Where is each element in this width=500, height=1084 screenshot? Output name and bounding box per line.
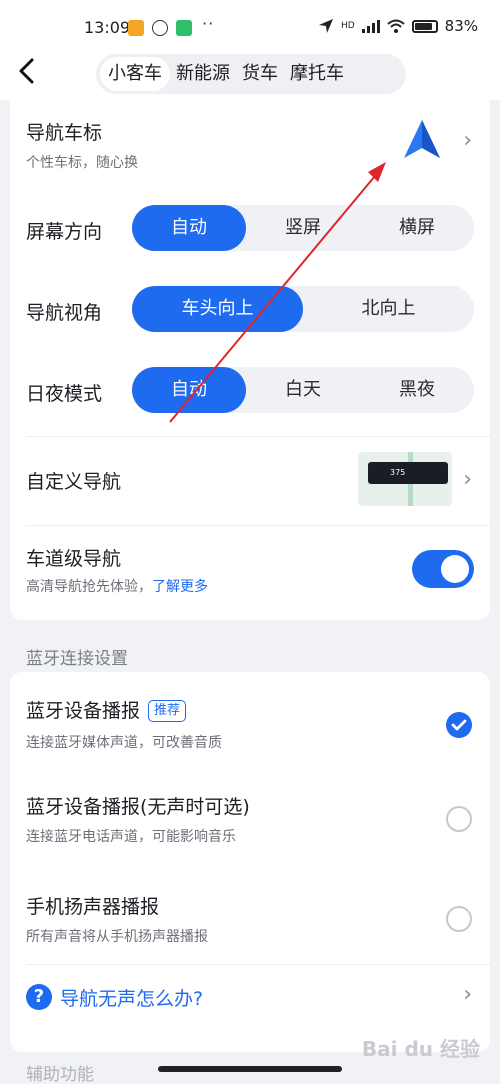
nav-marker-subtitle: 个性车标，随心换: [26, 155, 138, 171]
network-badge: HD: [340, 21, 355, 31]
vehicle-tabs: 小客车 新能源 货车 摩托车: [96, 54, 406, 94]
watermark: Bai du 经验: [361, 1037, 480, 1061]
view-heading-up-option[interactable]: 车头向上: [132, 286, 303, 332]
chevron-right-icon: ›: [463, 467, 472, 492]
status-right: HD 83%: [318, 17, 478, 35]
qq-icon: [152, 20, 168, 36]
screen-orientation-label: 屏幕方向: [26, 221, 103, 243]
bt-call-row[interactable]: 蓝牙设备播报(无声时可选) 连接蓝牙电话声道，可能影响音乐: [10, 768, 490, 868]
bt-media-row[interactable]: 蓝牙设备播报 推荐 连接蓝牙媒体声道，可改善音质: [10, 672, 490, 768]
chevron-right-icon: ›: [463, 128, 472, 153]
tab-truck[interactable]: 货车: [236, 57, 284, 91]
lane-nav-title: 车道级导航: [26, 548, 122, 570]
orientation-landscape-option[interactable]: 横屏: [360, 205, 474, 251]
orientation-auto-option[interactable]: 自动: [132, 205, 246, 251]
signal-icon: [361, 20, 380, 33]
nav-view-label: 导航视角: [26, 302, 103, 324]
speaker-checkbox[interactable]: [446, 906, 472, 932]
lane-nav-subtitle: 高清导航抢先体验，: [26, 579, 152, 595]
mode-auto-option[interactable]: 自动: [132, 367, 246, 413]
chevron-right-icon: ›: [463, 982, 472, 1007]
nav-settings-card: 导航车标 个性车标，随心换 › 屏幕方向 自动 竖屏 横屏 导航视角 车头向上 …: [10, 100, 490, 620]
bt-media-subtitle: 连接蓝牙媒体声道，可改善音质: [26, 735, 222, 751]
question-icon: ?: [26, 984, 52, 1010]
header: 小客车 新能源 货车 摩托车: [0, 50, 500, 100]
mode-day-option[interactable]: 白天: [246, 367, 360, 413]
status-bar: 13:09 ·· HD 83%: [0, 0, 500, 50]
recommend-badge: 推荐: [148, 700, 187, 722]
lane-nav-toggle[interactable]: [412, 550, 474, 588]
tab-new-energy[interactable]: 新能源: [170, 57, 236, 91]
bt-call-checkbox[interactable]: [446, 806, 472, 832]
mode-night-option[interactable]: 黑夜: [360, 367, 474, 413]
nav-view-segment: 车头向上 北向上: [132, 286, 474, 332]
back-button[interactable]: [16, 56, 44, 90]
location-icon: [318, 19, 333, 33]
custom-nav-preview: 375: [358, 452, 452, 506]
status-time: 13:09: [84, 18, 131, 37]
divider: [26, 964, 490, 965]
bluetooth-section-label: 蓝牙连接设置: [26, 649, 128, 669]
check-icon: [451, 719, 467, 731]
wifi-icon: [386, 19, 405, 33]
nav-marker-arrow-icon: [404, 120, 440, 158]
day-night-segment: 自动 白天 黑夜: [132, 367, 474, 413]
custom-nav-label: 自定义导航: [26, 471, 122, 493]
back-arrow-icon: [19, 58, 34, 84]
bt-call-title: 蓝牙设备播报(无声时可选): [26, 796, 250, 818]
notification-icon: [128, 20, 144, 36]
nav-marker-row[interactable]: 导航车标 个性车标，随心换 ›: [10, 100, 490, 186]
app-notification-icon: [176, 20, 192, 36]
view-north-up-option[interactable]: 北向上: [303, 286, 474, 332]
nav-marker-title: 导航车标: [26, 122, 103, 144]
preview-distance: 375: [368, 462, 448, 484]
divider: [26, 525, 490, 526]
toggle-knob: [441, 555, 469, 583]
bt-media-title: 蓝牙设备播报: [26, 700, 141, 722]
next-section-peek: 辅助功能: [26, 1065, 94, 1084]
learn-more-link[interactable]: 了解更多: [152, 579, 208, 595]
speaker-title: 手机扬声器播报: [26, 896, 160, 918]
orientation-portrait-option[interactable]: 竖屏: [246, 205, 360, 251]
day-night-label: 日夜模式: [26, 383, 103, 405]
bt-media-title-row: 蓝牙设备播报 推荐: [26, 696, 187, 723]
screen-orientation-segment: 自动 竖屏 横屏: [132, 205, 474, 251]
tab-motorcycle[interactable]: 摩托车: [284, 57, 350, 91]
bluetooth-card: 蓝牙设备播报 推荐 连接蓝牙媒体声道，可改善音质 蓝牙设备播报(无声时可选) 连接…: [10, 672, 490, 1052]
battery-percent: 83%: [444, 17, 478, 35]
more-notifications-icon: ··: [202, 14, 215, 33]
speaker-row[interactable]: 手机扬声器播报 所有声音将从手机扬声器播报: [10, 868, 490, 964]
speaker-subtitle: 所有声音将从手机扬声器播报: [26, 929, 208, 945]
battery-icon: [411, 19, 438, 33]
lane-nav-subtitle-row: 高清导航抢先体验，了解更多: [26, 576, 208, 596]
home-indicator[interactable]: [158, 1066, 342, 1072]
bt-call-subtitle: 连接蓝牙电话声道，可能影响音乐: [26, 829, 236, 845]
bt-media-checkbox[interactable]: [446, 712, 472, 738]
tab-car[interactable]: 小客车: [100, 57, 170, 91]
help-link-text: 导航无声怎么办?: [60, 988, 204, 1010]
